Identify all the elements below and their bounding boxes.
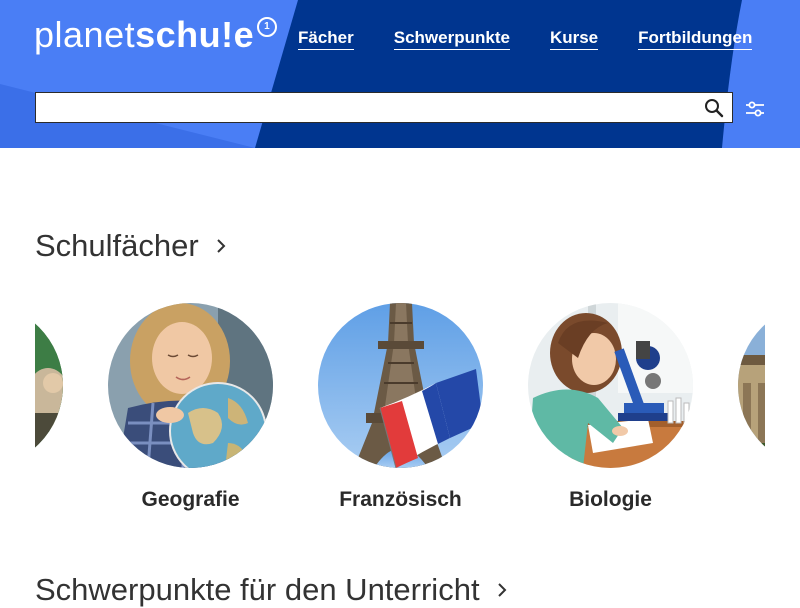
nav-link-kurse[interactable]: Kurse <box>549 28 599 50</box>
logo-text-schule: schu!e <box>135 14 255 55</box>
subject-image-geografie <box>108 303 273 468</box>
section-heading-schwerpunkte[interactable]: Schwerpunkte für den Unterricht <box>35 572 508 608</box>
subject-label-franzoesisch: Französisch <box>339 488 462 511</box>
chevron-right-icon <box>497 583 506 597</box>
subject-card-geografie[interactable]: Geografie <box>108 303 273 512</box>
filter-sliders-icon[interactable] <box>744 98 766 120</box>
subject-label: e <box>35 488 63 512</box>
nav-link-schwerpunkte[interactable]: Schwerpunkte <box>393 28 510 50</box>
section-heading-text: Schwerpunkte für den Unterricht <box>35 572 480 607</box>
logo-text-planet: planet <box>34 14 136 55</box>
subject-image <box>738 303 765 468</box>
search-bar <box>35 92 733 123</box>
nav-link-fortbildungen[interactable]: Fortbildungen <box>638 28 753 50</box>
subject-image-biologie <box>528 303 693 468</box>
subject-image <box>35 303 63 468</box>
subject-card[interactable]: e <box>35 303 63 512</box>
subject-card-franzoesisch[interactable]: Französisch <box>318 303 483 512</box>
main-navigation: Fächer Schwerpunkte Kurse Fortbildungen <box>298 28 792 50</box>
section-heading-schulfaecher[interactable]: Schulfächer <box>35 228 227 264</box>
site-header: planet schu!e 1 Fächer Schwerpunkte Kurs… <box>0 0 800 148</box>
search-icon[interactable] <box>704 98 724 118</box>
subject-label-geografie: Geografie <box>141 488 240 511</box>
nav-link-faecher[interactable]: Fächer <box>298 28 354 50</box>
planet-schule-logo[interactable]: planet schu!e 1 <box>34 14 278 60</box>
chevron-right-icon <box>217 239 226 253</box>
search-input[interactable] <box>36 93 702 122</box>
subject-card-biologie[interactable]: Biologie <box>528 303 693 512</box>
subject-image-franzoesisch <box>318 303 483 468</box>
subject-label-biologie: Biologie <box>569 488 652 511</box>
subject-card[interactable] <box>738 303 765 488</box>
section-heading-text: Schulfächer <box>35 228 199 263</box>
subjects-carousel[interactable]: e <box>35 303 765 533</box>
ard-logo-mark: 1 <box>257 17 278 37</box>
